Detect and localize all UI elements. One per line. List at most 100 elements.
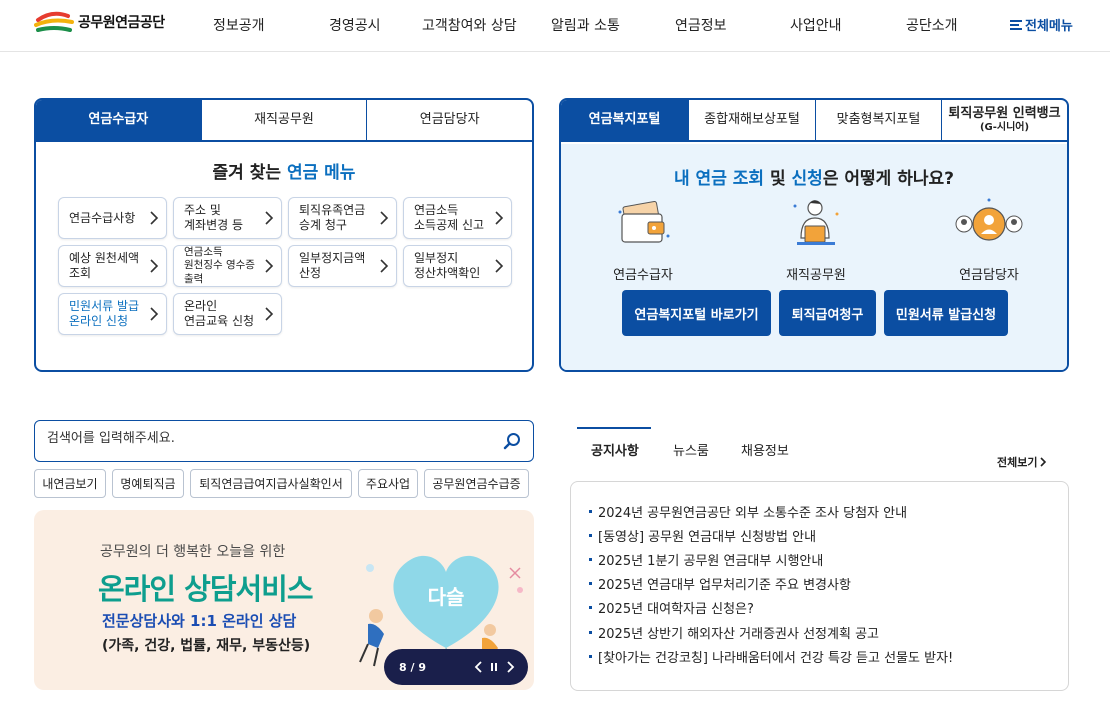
view-all-label: 전체보기	[997, 456, 1038, 469]
portal-tabs: 연금복지포털 종합재해보상포털 맞춤형복지포털 퇴직공무원 인력뱅크 (G-시니어…	[561, 100, 1067, 142]
menu-expected-tax-lookup[interactable]: 예상 원천세액 조회	[58, 245, 167, 287]
menu-pension-details[interactable]: 연금수급사항	[58, 197, 167, 239]
bullet-icon	[589, 655, 592, 658]
logo-text: 공무원연금공단	[78, 15, 165, 31]
menu-label: 연금소득 소득공제 신고	[414, 203, 485, 232]
nav-news[interactable]: 알림과 소통	[551, 15, 620, 35]
quick-link-early-retirement[interactable]: 명예퇴직금	[112, 469, 184, 498]
favorite-menu-title: 즐겨 찾는 연금 메뉴	[36, 158, 532, 183]
menu-partial-suspension-settlement[interactable]: 일부정지 정산차액확인	[403, 245, 512, 287]
pension-user-tabs: 연금수급자 재직공무원 연금담당자	[36, 100, 532, 142]
menu-label: 예상 원천세액 조회	[69, 251, 140, 280]
all-menu-button[interactable]: 전체메뉴	[1010, 15, 1073, 34]
pause-icon[interactable]	[487, 660, 501, 674]
bullet-icon	[589, 631, 592, 634]
list-item[interactable]: [동영상] 공무원 연금대부 신청방법 안내	[589, 526, 816, 545]
menu-address-account-change[interactable]: 주소 및 계좌변경 등	[173, 197, 282, 239]
site-logo[interactable]: 공무원연금공단	[34, 10, 165, 34]
list-item[interactable]: 2025년 상반기 해외자산 거래증권사 선정계획 공고	[589, 623, 879, 642]
menu-label: 연금수급사항	[69, 210, 136, 225]
quick-link-pension-card[interactable]: 공무원연금수급증	[424, 469, 529, 498]
tab-pension-manager[interactable]: 연금담당자	[366, 100, 532, 140]
nav-management-disclosure[interactable]: 경영공시	[329, 15, 381, 35]
nav-customer[interactable]: 고객참여와 상담	[422, 15, 517, 35]
tab-recruitment[interactable]: 채용정보	[741, 440, 789, 459]
portal-title: 내 연금 조회 및 신청은 어떻게 하나요?	[674, 169, 954, 189]
chevron-right-icon	[495, 259, 504, 273]
wallet-icon	[618, 201, 670, 243]
banner-categories: (가족, 건강, 법률, 재무, 부동산등)	[102, 638, 311, 654]
logo-icon	[34, 11, 74, 32]
role-label: 재직공무원	[786, 268, 846, 283]
bullet-icon	[589, 510, 592, 513]
tab-notices[interactable]: 공지사항	[591, 440, 639, 459]
search-input[interactable]	[47, 431, 487, 446]
banner-page-indicator: 8 / 9	[399, 660, 426, 674]
chevron-right-icon	[495, 211, 504, 225]
portal-content: 내 연금 조회 및 신청은 어떻게 하나요? 연금수급자 재직공무원 연금담당자…	[561, 144, 1067, 370]
menu-label: 주소 및 계좌변경 등	[184, 203, 244, 232]
next-slide-icon[interactable]	[503, 660, 517, 674]
menu-label: 퇴직유족연금 승계 청구	[299, 203, 366, 232]
nav-info-disclosure[interactable]: 정보공개	[213, 15, 265, 35]
banner-description: 전문상담사와 1:1 온라인 상담	[102, 612, 297, 630]
tab-current-official[interactable]: 재직공무원	[200, 100, 367, 140]
tab-retired-talent-bank[interactable]: 퇴직공무원 인력뱅크 (G-시니어)	[941, 100, 1067, 140]
view-all-link[interactable]: 전체보기	[997, 454, 1047, 470]
list-item[interactable]: 2024년 공무원연금공단 외부 소통수준 조사 당첨자 안내	[589, 502, 907, 521]
banner-pager: 8 / 9	[384, 649, 528, 685]
menu-label: 온라인 연금교육 신청	[184, 299, 255, 328]
online-counseling-banner[interactable]: 공무원의 더 행복한 오늘을 위한 온라인 상담서비스 전문상담사와 1:1 온…	[34, 510, 534, 690]
menu-label: 일부정지 정산차액확인	[414, 251, 481, 280]
office-worker-icon	[793, 200, 839, 245]
menu-survivor-pension-claim[interactable]: 퇴직유족연금 승계 청구	[288, 197, 397, 239]
active-tab-indicator	[577, 427, 651, 429]
menu-withholding-receipt[interactable]: 연금소득 원천징수 영수증 출력	[173, 245, 282, 287]
banner-title: 온라인 상담서비스	[98, 572, 314, 606]
menu-civil-document-online[interactable]: 민원서류 발급 온라인 신청	[58, 293, 167, 335]
bullet-icon	[589, 582, 592, 585]
menu-income-deduction-report[interactable]: 연금소득 소득공제 신고	[403, 197, 512, 239]
quick-link-major-projects[interactable]: 주요사업	[358, 469, 418, 498]
notice-list: 2024년 공무원연금공단 외부 소통수준 조사 당첨자 안내 [동영상] 공무…	[570, 481, 1069, 691]
civil-document-request-button[interactable]: 민원서류 발급신청	[884, 290, 1008, 336]
search-icon[interactable]	[503, 432, 521, 450]
role-label: 연금수급자	[613, 268, 673, 283]
tab-pension-welfare-portal[interactable]: 연금복지포털	[561, 100, 688, 140]
bullet-icon	[589, 558, 592, 561]
menu-partial-suspension-calc[interactable]: 일부정지금액 산정	[288, 245, 397, 287]
tab-newsroom[interactable]: 뉴스룸	[673, 440, 709, 459]
favorite-title-prefix: 즐겨 찾는	[212, 163, 287, 183]
favorite-title-highlight: 연금 메뉴	[286, 163, 356, 183]
site-header: 공무원연금공단 정보공개 경영공시 고객참여와 상담 알림과 소통 연금정보 사…	[0, 0, 1110, 52]
chevron-right-icon	[380, 211, 389, 225]
chevron-right-icon	[380, 259, 389, 273]
menu-label: 연금소득 원천징수 영수증 출력	[184, 246, 255, 285]
tab-disaster-compensation-portal[interactable]: 종합재해보상포털	[688, 100, 815, 140]
list-item[interactable]: 2025년 대여학자금 신청은?	[589, 598, 754, 617]
role-pension-recipient: 연금수급자	[593, 194, 693, 283]
list-item[interactable]: 2025년 1분기 공무원 연금대부 시행안내	[589, 550, 823, 569]
bullet-icon	[589, 606, 592, 609]
pension-portal-shortcut-button[interactable]: 연금복지포털 바로가기	[622, 290, 771, 336]
role-current-official: 재직공무원	[766, 194, 866, 283]
chevron-right-icon	[150, 307, 159, 321]
retirement-benefit-claim-button[interactable]: 퇴직급여청구	[779, 290, 876, 336]
prev-slide-icon[interactable]	[472, 660, 486, 674]
nav-business[interactable]: 사업안내	[790, 15, 842, 35]
menu-online-pension-education[interactable]: 온라인 연금교육 신청	[173, 293, 282, 335]
chevron-right-icon	[150, 211, 159, 225]
all-menu-label: 전체메뉴	[1025, 19, 1073, 34]
bullet-icon	[589, 534, 592, 537]
list-item[interactable]: [찾아가는 건강코칭] 나라배움터에서 건강 특강 듣고 선물도 받자!	[589, 647, 953, 666]
tab-pension-recipient[interactable]: 연금수급자	[36, 100, 201, 140]
list-item[interactable]: 2025년 연금대부 업무처리기준 주요 변경사항	[589, 574, 851, 593]
menu-label: 일부정지금액 산정	[299, 251, 366, 280]
quick-link-payment-certificate[interactable]: 퇴직연금급여지급사실확인서	[190, 469, 352, 498]
nav-pension-info[interactable]: 연금정보	[675, 15, 727, 35]
quick-link-my-pension[interactable]: 내연금보기	[34, 469, 106, 498]
banner-subtitle: 공무원의 더 행복한 오늘을 위한	[100, 544, 286, 560]
nav-about[interactable]: 공단소개	[906, 15, 958, 35]
menu-label: 민원서류 발급 온라인 신청	[69, 299, 140, 328]
tab-custom-welfare-portal[interactable]: 맞춤형복지포털	[815, 100, 941, 140]
